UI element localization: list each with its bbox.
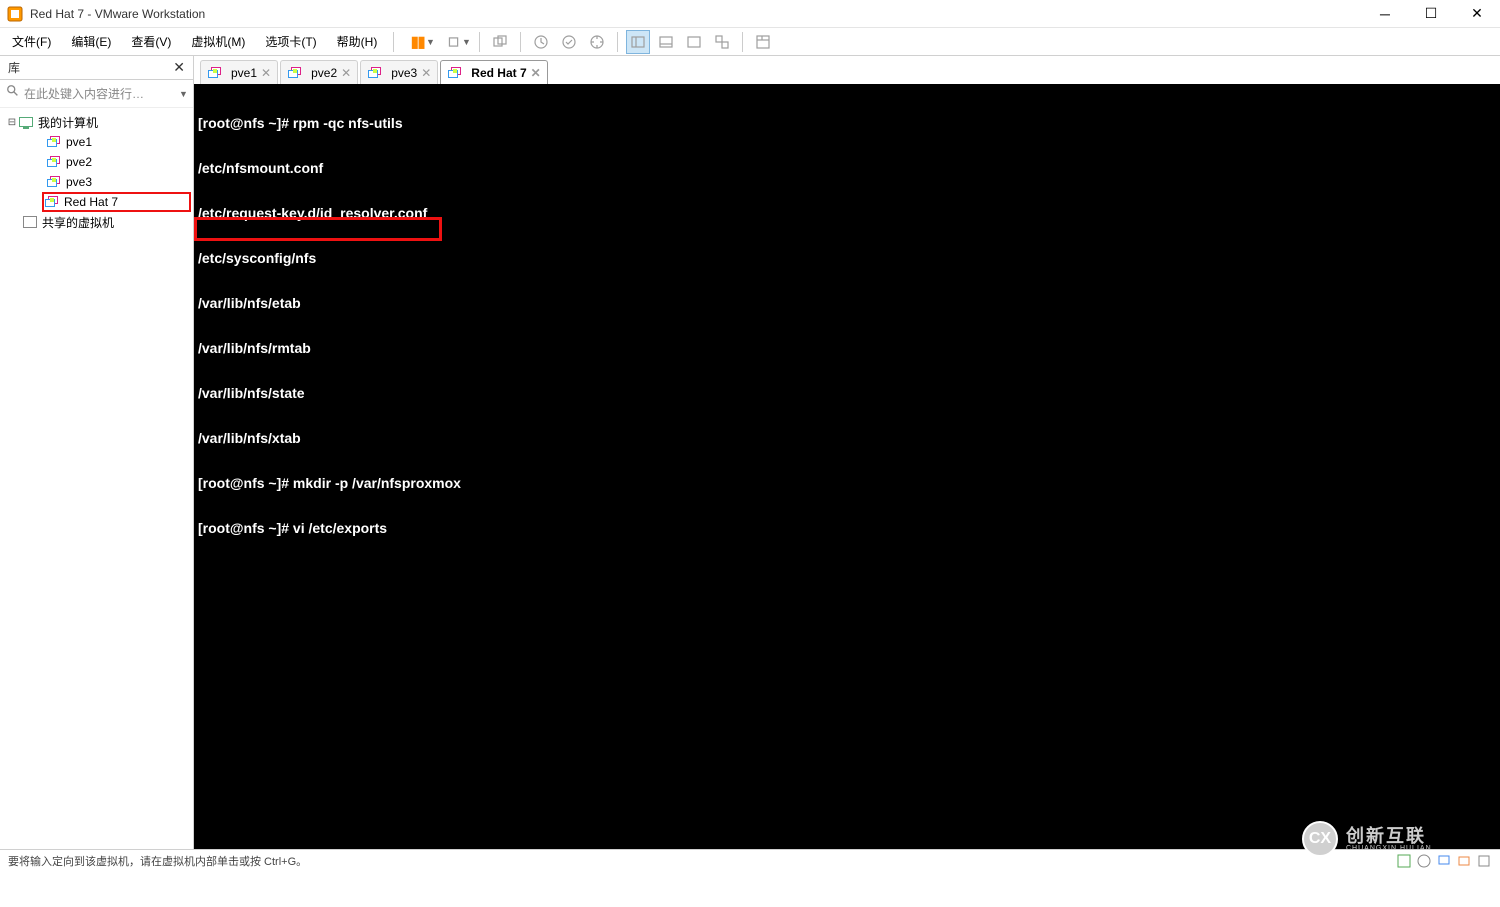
separator bbox=[742, 32, 743, 52]
terminal-line: /etc/nfsmount.conf bbox=[198, 161, 1496, 176]
tree-my-computer[interactable]: ⊟ 我的计算机 bbox=[2, 112, 191, 132]
maximize-button[interactable]: ☐ bbox=[1408, 0, 1454, 27]
tree-item-pve3[interactable]: pve3 bbox=[2, 172, 191, 192]
sidebar-close-button[interactable]: ✕ bbox=[173, 59, 185, 76]
separator bbox=[617, 32, 618, 52]
library-search[interactable]: ▼ bbox=[0, 80, 193, 108]
menu-vm[interactable]: 虚拟机(M) bbox=[183, 30, 253, 53]
status-message: 要将输入定向到该虚拟机，请在虚拟机内部单击或按 Ctrl+G。 bbox=[8, 853, 307, 869]
search-input[interactable] bbox=[24, 87, 179, 101]
content-area: pve1 ✕ pve2 ✕ pve3 ✕ Red Hat 7 ✕ [root@n… bbox=[194, 56, 1500, 849]
tree-item-pve1[interactable]: pve1 bbox=[2, 132, 191, 152]
vm-icon bbox=[46, 154, 62, 170]
thumbnail-bar-icon[interactable] bbox=[751, 30, 775, 54]
tab-label: pve3 bbox=[391, 66, 417, 80]
app-icon bbox=[6, 5, 24, 23]
watermark-text-cn: 创新互联 bbox=[1346, 827, 1432, 845]
terminal-line: [root@nfs ~]# rpm -qc nfs-utils bbox=[198, 116, 1496, 131]
pause-icon: ▮▮ bbox=[410, 32, 424, 52]
watermark-text-en: CHUANGXIN HULIAN bbox=[1346, 845, 1432, 852]
tab-label: Red Hat 7 bbox=[471, 66, 526, 80]
snapshot-icon[interactable] bbox=[529, 30, 553, 54]
menu-view[interactable]: 查看(V) bbox=[123, 30, 179, 53]
close-button[interactable]: ✕ bbox=[1454, 0, 1500, 27]
menu-tabs[interactable]: 选项卡(T) bbox=[257, 30, 324, 53]
tree-shared-vms[interactable]: 共享的虚拟机 bbox=[2, 212, 191, 232]
terminal-line: /var/lib/nfs/rmtab bbox=[198, 341, 1496, 356]
separator bbox=[479, 32, 480, 52]
tab-close-button[interactable]: ✕ bbox=[531, 66, 541, 80]
fullscreen-icon[interactable] bbox=[682, 30, 706, 54]
tab-close-button[interactable]: ✕ bbox=[341, 66, 351, 80]
separator bbox=[520, 32, 521, 52]
collapse-icon[interactable]: ⊟ bbox=[6, 117, 18, 128]
terminal-line: /var/lib/nfs/etab bbox=[198, 296, 1496, 311]
main-area: 库 ✕ ▼ ⊟ 我的计算机 pve1 pve2 bbox=[0, 56, 1500, 849]
terminal-line: /var/lib/nfs/state bbox=[198, 386, 1496, 401]
vm-icon bbox=[367, 65, 383, 81]
window-title: Red Hat 7 - VMware Workstation bbox=[30, 7, 1362, 21]
tree-label: pve2 bbox=[66, 155, 92, 169]
power-button[interactable]: ▼ bbox=[447, 30, 471, 54]
terminal-line: /etc/sysconfig/nfs bbox=[198, 251, 1496, 266]
minimize-button[interactable]: ─ bbox=[1362, 0, 1408, 27]
view-console-icon[interactable] bbox=[654, 30, 678, 54]
view-stretch-icon[interactable] bbox=[626, 30, 650, 54]
terminal-line: /var/lib/nfs/xtab bbox=[198, 431, 1496, 446]
separator bbox=[393, 32, 394, 52]
vm-icon bbox=[447, 65, 463, 81]
shared-icon bbox=[22, 214, 38, 230]
tabbar: pve1 ✕ pve2 ✕ pve3 ✕ Red Hat 7 ✕ bbox=[194, 56, 1500, 84]
tab-close-button[interactable]: ✕ bbox=[421, 66, 431, 80]
sidebar-header: 库 ✕ bbox=[0, 56, 193, 80]
statusbar: 要将输入定向到该虚拟机，请在虚拟机内部单击或按 Ctrl+G。 bbox=[0, 849, 1500, 871]
tree-item-redhat7[interactable]: Red Hat 7 bbox=[42, 192, 191, 212]
vm-tree: ⊟ 我的计算机 pve1 pve2 pve3 Red Hat 7 bbox=[0, 108, 193, 236]
menubar: 文件(F) 编辑(E) 查看(V) 虚拟机(M) 选项卡(T) 帮助(H) ▮▮… bbox=[0, 28, 1500, 56]
tree-label: pve1 bbox=[66, 135, 92, 149]
snapshot-revert-icon[interactable] bbox=[557, 30, 581, 54]
window-titlebar: Red Hat 7 - VMware Workstation ─ ☐ ✕ bbox=[0, 0, 1500, 28]
unity-icon[interactable] bbox=[710, 30, 734, 54]
tab-redhat7[interactable]: Red Hat 7 ✕ bbox=[440, 60, 547, 84]
tree-label: 我的计算机 bbox=[38, 114, 98, 131]
tab-pve3[interactable]: pve3 ✕ bbox=[360, 60, 438, 84]
library-sidebar: 库 ✕ ▼ ⊟ 我的计算机 pve1 pve2 bbox=[0, 56, 194, 849]
send-ctrl-alt-del-icon[interactable] bbox=[488, 30, 512, 54]
vm-icon bbox=[287, 65, 303, 81]
vm-icon bbox=[46, 134, 62, 150]
chevron-down-icon: ▼ bbox=[462, 37, 471, 47]
vm-console[interactable]: [root@nfs ~]# rpm -qc nfs-utils /etc/nfs… bbox=[194, 84, 1500, 849]
tab-pve2[interactable]: pve2 ✕ bbox=[280, 60, 358, 84]
vm-icon bbox=[207, 65, 223, 81]
tab-label: pve2 bbox=[311, 66, 337, 80]
terminal-line: [root@nfs ~]# mkdir -p /var/nfsproxmox bbox=[198, 476, 1496, 491]
snapshot-manager-icon[interactable] bbox=[585, 30, 609, 54]
tab-close-button[interactable]: ✕ bbox=[261, 66, 271, 80]
tab-pve1[interactable]: pve1 ✕ bbox=[200, 60, 278, 84]
terminal-line: [root@nfs ~]# vi /etc/exports bbox=[198, 521, 1496, 536]
watermark: CX 创新互联 CHUANGXIN HULIAN bbox=[1302, 819, 1492, 859]
watermark-logo-icon: CX bbox=[1302, 821, 1338, 857]
search-icon bbox=[6, 84, 20, 103]
sidebar-title: 库 bbox=[8, 59, 20, 76]
vm-icon bbox=[44, 194, 60, 210]
window-controls: ─ ☐ ✕ bbox=[1362, 0, 1500, 27]
menu-file[interactable]: 文件(F) bbox=[4, 30, 59, 53]
resume-vm-button[interactable]: ▮▮ ▼ bbox=[402, 29, 443, 55]
annotation-box bbox=[194, 217, 442, 241]
chevron-down-icon: ▼ bbox=[426, 37, 435, 47]
chevron-down-icon[interactable]: ▼ bbox=[179, 89, 188, 99]
tab-label: pve1 bbox=[231, 66, 257, 80]
tree-item-pve2[interactable]: pve2 bbox=[2, 152, 191, 172]
vm-icon bbox=[46, 174, 62, 190]
tree-label: pve3 bbox=[66, 175, 92, 189]
tree-label: 共享的虚拟机 bbox=[42, 214, 114, 231]
menu-edit[interactable]: 编辑(E) bbox=[63, 30, 119, 53]
computer-icon bbox=[18, 114, 34, 130]
tree-label: Red Hat 7 bbox=[64, 195, 118, 209]
menu-help[interactable]: 帮助(H) bbox=[329, 30, 386, 53]
